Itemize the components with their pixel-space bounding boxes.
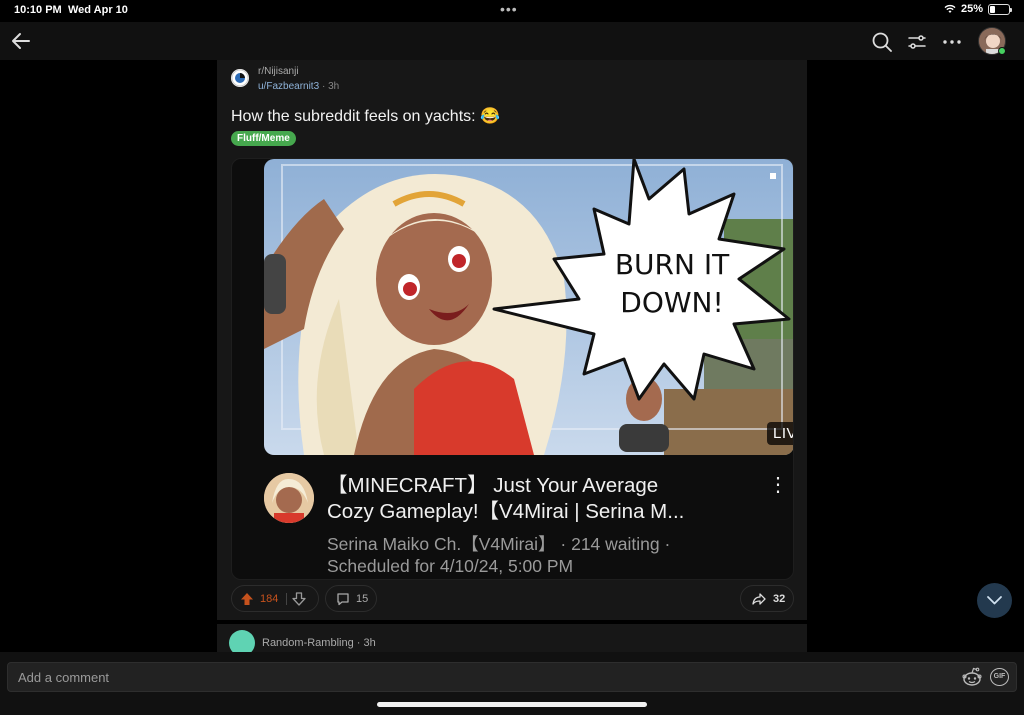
back-arrow-icon[interactable] bbox=[8, 28, 34, 54]
next-post-card[interactable]: Random-Rambling · 3h bbox=[217, 624, 807, 652]
video-more-icon[interactable]: ⋮ bbox=[768, 475, 788, 495]
author-name[interactable]: u/Fazbearnit3 bbox=[258, 81, 319, 92]
share-icon bbox=[752, 592, 766, 605]
video-title[interactable]: 【MINECRAFT】 Just Your Average Cozy Gamep… bbox=[327, 473, 757, 525]
comment-count: 15 bbox=[356, 592, 369, 605]
channel-info: Serina Maiko Ch.【V4Mirai】 · 214 waiting … bbox=[327, 534, 671, 554]
multitask-dots-icon[interactable]: ••• bbox=[500, 1, 518, 17]
subreddit-icon[interactable] bbox=[231, 69, 249, 87]
post-actions: 184 15 32 bbox=[231, 585, 794, 613]
comment-icon bbox=[337, 592, 349, 605]
schedule-info: Scheduled for 4/10/24, 5:00 PM bbox=[327, 556, 574, 576]
top-nav-bar bbox=[0, 22, 1024, 60]
share-count: 32 bbox=[773, 592, 786, 605]
upvote-count: 184 bbox=[260, 592, 279, 605]
post-title[interactable]: How the subreddit feels on yachts: 😂 bbox=[231, 106, 500, 126]
next-post-meta: Random-Rambling · 3h bbox=[262, 637, 376, 649]
next-post-subreddit[interactable]: Random-Rambling bbox=[262, 637, 354, 649]
home-indicator[interactable] bbox=[377, 702, 647, 707]
post-card[interactable]: r/Nijisanji u/Fazbearnit3 · 3h How the s… bbox=[217, 60, 807, 620]
comment-input[interactable] bbox=[7, 662, 1017, 692]
status-right: 25% bbox=[944, 3, 1012, 15]
wifi-icon bbox=[944, 4, 956, 13]
post-meta: u/Fazbearnit3 · 3h bbox=[258, 81, 339, 92]
downvote-icon[interactable] bbox=[292, 591, 307, 606]
upvote-icon[interactable] bbox=[240, 592, 254, 606]
video-title-line2: Cozy Gameplay!【V4Mirai | Serina M... bbox=[327, 500, 685, 523]
share-button[interactable]: 32 bbox=[740, 585, 794, 612]
video-thumbnail[interactable]: BURN IT DOWN! LIVE bbox=[264, 159, 793, 455]
video-meta: Serina Maiko Ch.【V4Mirai】 · 214 waiting … bbox=[327, 533, 757, 577]
vote-divider bbox=[286, 592, 288, 605]
live-badge: LIVE bbox=[767, 422, 793, 445]
battery-icon bbox=[988, 3, 1012, 15]
youtube-embed[interactable]: BURN IT DOWN! LIVE 【MINECRAFT】 Just Your… bbox=[231, 158, 794, 580]
speech-bubble-line1: BURN IT bbox=[615, 248, 730, 281]
channel-avatar[interactable] bbox=[264, 473, 314, 523]
battery-percent: 25% bbox=[960, 3, 983, 15]
next-post-separator: · bbox=[356, 637, 361, 649]
post-time: 3h bbox=[328, 81, 340, 92]
thumbnail-illustration: BURN IT DOWN! bbox=[264, 159, 793, 455]
scroll-down-button[interactable] bbox=[977, 583, 1012, 618]
filter-icon[interactable] bbox=[906, 31, 928, 53]
video-title-line1: 【MINECRAFT】 Just Your Average bbox=[327, 474, 659, 497]
speech-bubble-line2: DOWN! bbox=[620, 286, 723, 319]
subreddit-name[interactable]: r/Nijisanji bbox=[258, 66, 299, 77]
search-icon[interactable] bbox=[870, 30, 894, 54]
status-time: 10:10 PM bbox=[14, 4, 62, 16]
battery-level bbox=[990, 5, 995, 13]
post-flair[interactable]: Fluff/Meme bbox=[231, 131, 296, 146]
comment-bar: GIF bbox=[0, 652, 1024, 715]
more-options-icon[interactable] bbox=[940, 31, 964, 53]
vote-control: 184 bbox=[231, 585, 319, 612]
status-date: Wed Apr 10 bbox=[68, 4, 128, 16]
gif-icon[interactable]: GIF bbox=[990, 668, 1009, 686]
online-status-dot bbox=[998, 47, 1006, 55]
status-bar: 10:10 PM Wed Apr 10 ••• 25% bbox=[0, 0, 1024, 22]
meta-separator: · bbox=[321, 81, 326, 92]
comment-button[interactable]: 15 bbox=[325, 585, 377, 612]
snoo-emoji-icon[interactable] bbox=[961, 666, 983, 688]
chevron-down-icon bbox=[987, 596, 1002, 605]
next-post-time: 3h bbox=[363, 637, 376, 649]
next-post-avatar[interactable] bbox=[229, 630, 255, 652]
